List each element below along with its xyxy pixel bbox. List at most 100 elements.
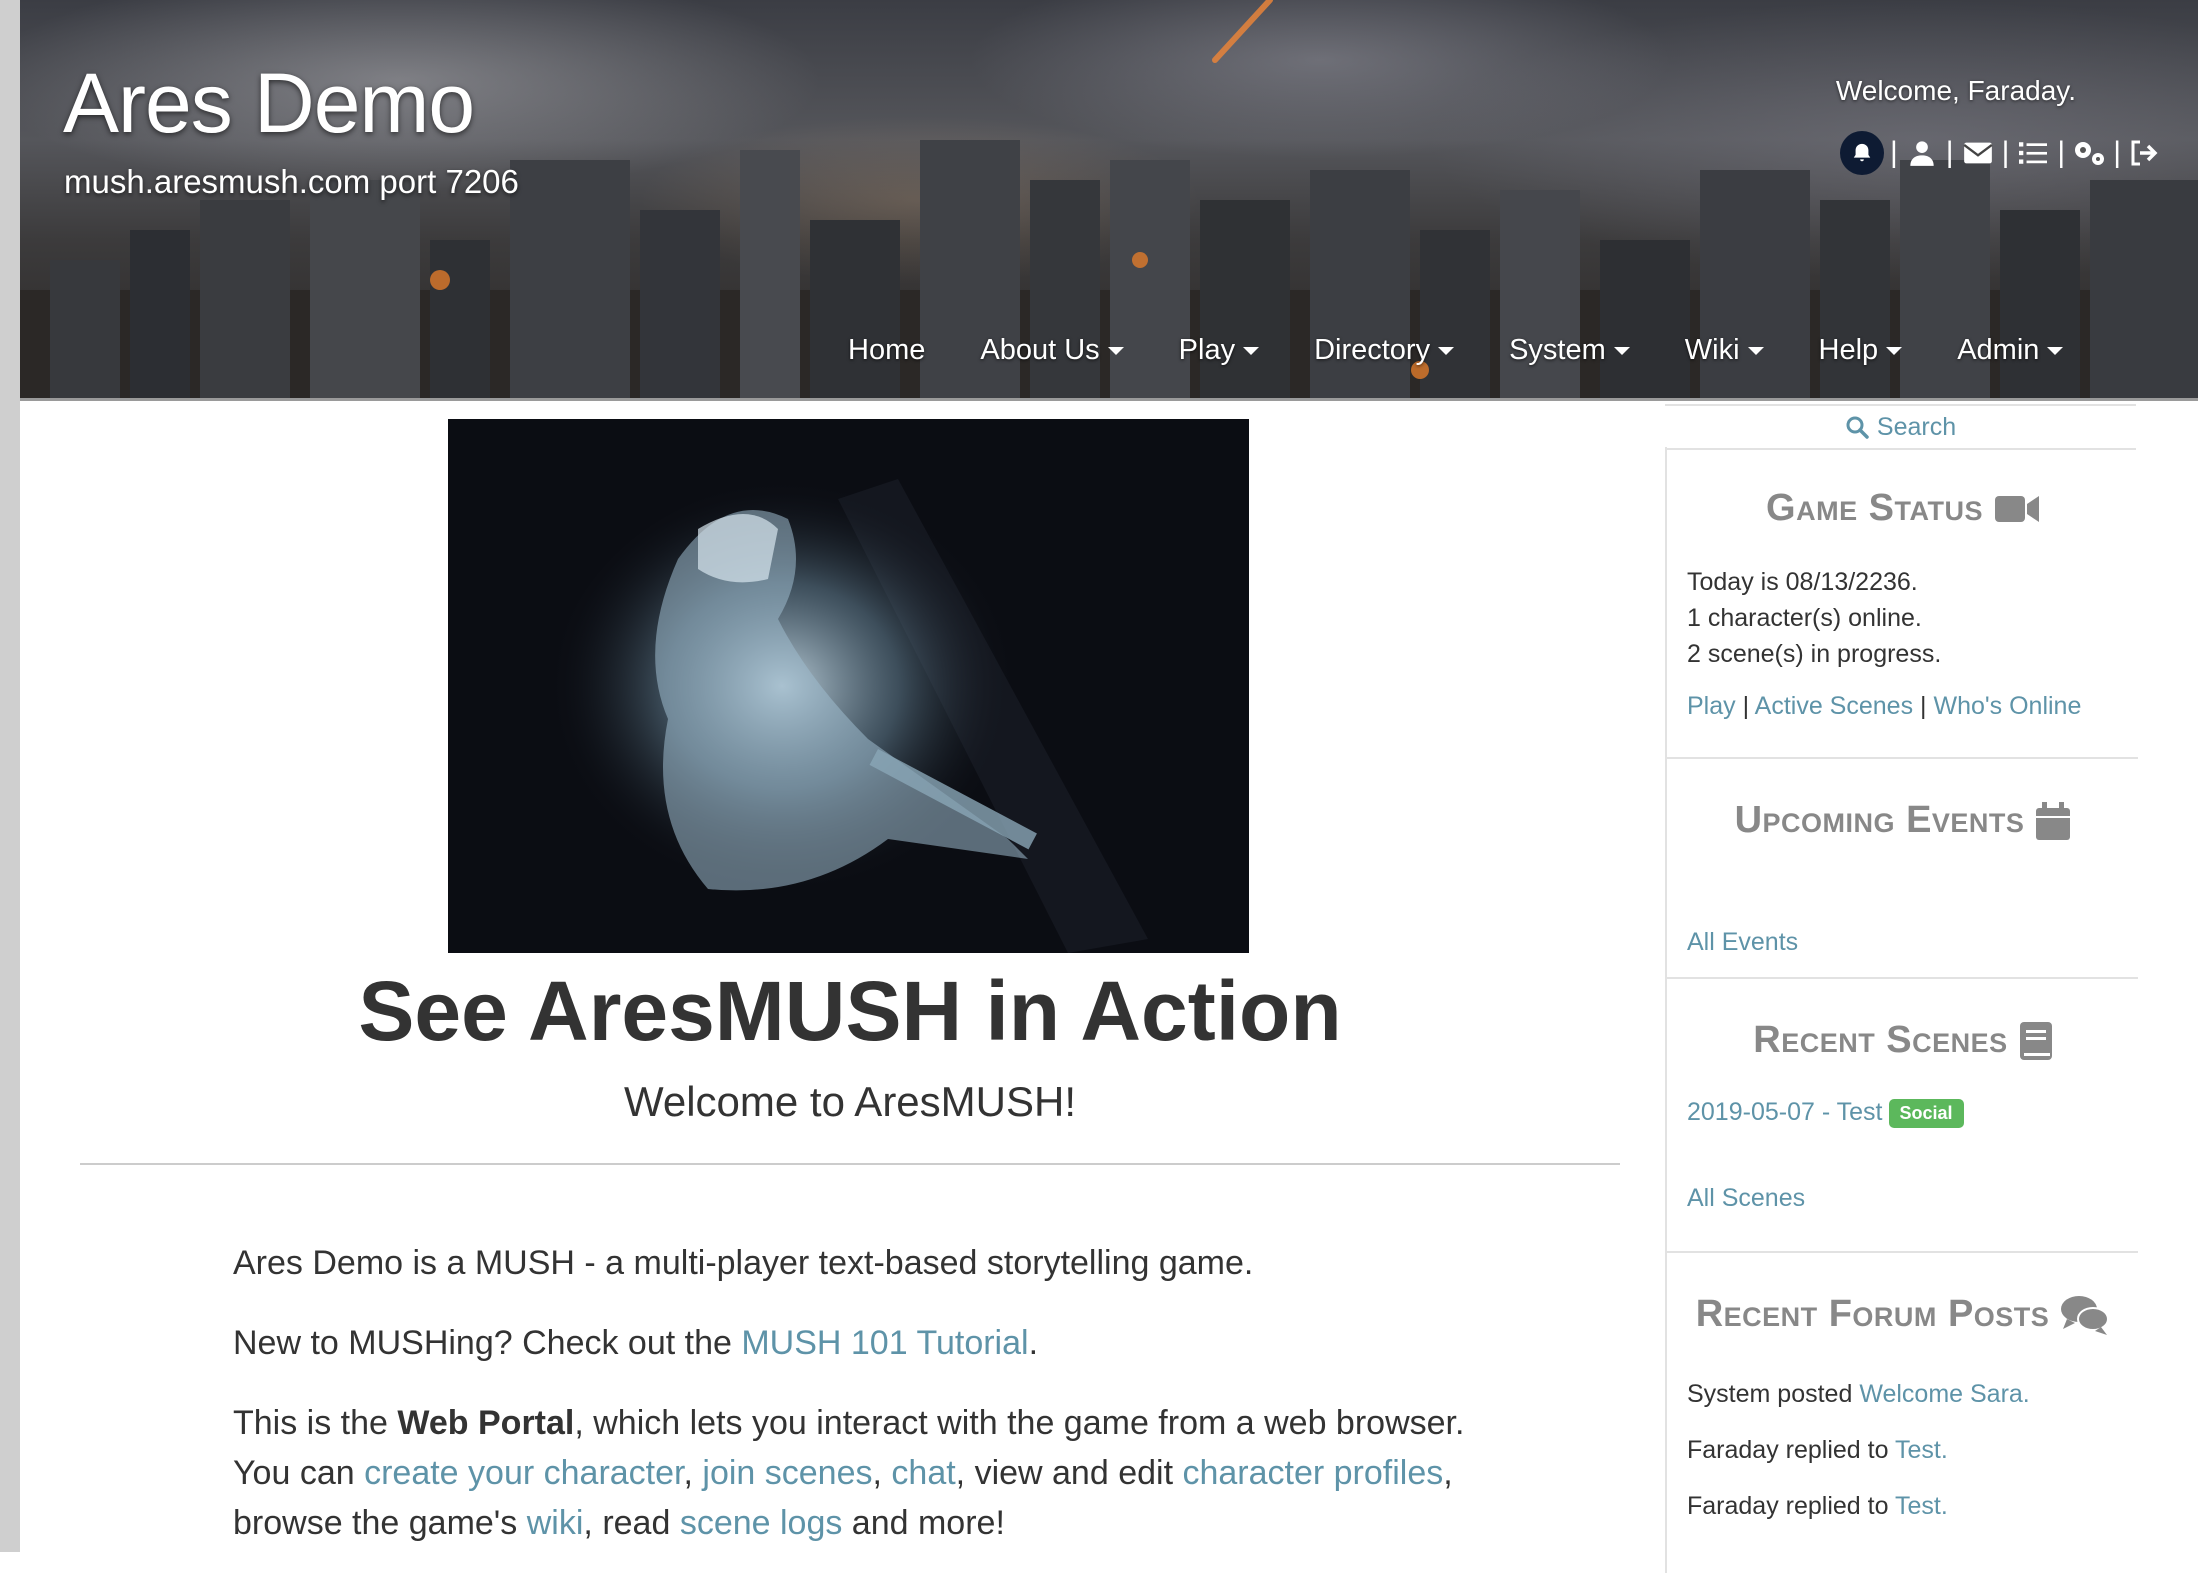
join-scenes-link[interactable]: join scenes xyxy=(702,1454,872,1492)
characters-online: 1 character(s) online. xyxy=(1687,604,1922,632)
read-text: , read xyxy=(583,1504,680,1542)
game-status-info: Today is 08/13/2236. 1 character(s) onli… xyxy=(1667,564,2138,672)
portal-after-bold: , which lets you interact with the game … xyxy=(574,1404,1465,1442)
caret-down-icon xyxy=(1438,347,1455,355)
link-separator: | xyxy=(1913,692,1934,720)
tutorial-prefix: New to MUSHing? Check out the xyxy=(233,1324,742,1362)
comments-icon xyxy=(2061,1295,2110,1335)
recent-scenes-panel: Recent Scenes 2019-05-07 - Test Social Al… xyxy=(1665,979,2138,1253)
main-nav: Home About Us Play Directory System Wiki… xyxy=(848,330,2064,370)
site-title[interactable]: Ares Demo xyxy=(63,55,475,152)
nav-system-label: System xyxy=(1509,333,1606,366)
mush-101-tutorial-link[interactable]: MUSH 101 Tutorial xyxy=(741,1324,1028,1362)
upcoming-events-panel: Upcoming Events All Events xyxy=(1665,759,2138,979)
nav-help-label: Help xyxy=(1818,333,1879,366)
intro-text: Ares Demo is a MUSH - a multi-player tex… xyxy=(233,1244,1254,1282)
nav-admin[interactable]: Admin xyxy=(1957,333,2064,367)
left-scrollbar[interactable] xyxy=(0,0,20,1552)
scene-logs-link[interactable]: scene logs xyxy=(680,1504,843,1542)
nav-about-us[interactable]: About Us xyxy=(980,333,1124,367)
forum-post: Faraday replied to Test. xyxy=(1687,1478,2138,1534)
browse-text: browse the game's xyxy=(233,1504,527,1542)
nav-home-label: Home xyxy=(848,333,926,366)
nav-play[interactable]: Play xyxy=(1178,333,1260,367)
gears-icon[interactable] xyxy=(2071,135,2107,171)
scenes-in-progress: 2 scene(s) in progress. xyxy=(1687,640,1942,668)
caret-down-icon xyxy=(2047,347,2064,355)
view-edit-text: , view and edit xyxy=(955,1454,1183,1492)
caret-down-icon xyxy=(1613,347,1630,355)
logout-icon[interactable] xyxy=(2127,135,2163,171)
nav-admin-label: Admin xyxy=(1957,333,2040,366)
recent-forum-panel: Recent Forum Posts System posted Welcome… xyxy=(1665,1253,2138,1573)
forum-post-link[interactable]: Test. xyxy=(1895,1436,1948,1464)
whos-online-link[interactable]: Who's Online xyxy=(1933,692,2081,720)
game-status-title-text: Game Status xyxy=(1766,487,1983,529)
nav-home[interactable]: Home xyxy=(848,334,925,367)
recent-forum-title: Recent Forum Posts xyxy=(1667,1293,2138,1336)
welcome-message: Welcome, Faraday. xyxy=(1835,75,2076,106)
intro-paragraph: Ares Demo is a MUSH - a multi-player tex… xyxy=(233,1238,1253,1288)
tutorial-paragraph: New to MUSHing? Check out the MUSH 101 T… xyxy=(233,1318,1038,1368)
mail-icon[interactable] xyxy=(1960,135,1996,171)
hero-soldier-image xyxy=(448,419,1249,953)
nav-wiki-label: Wiki xyxy=(1684,333,1740,366)
character-profiles-link[interactable]: character profiles xyxy=(1182,1454,1443,1492)
game-status-title: Game Status xyxy=(1667,487,2138,530)
forum-post-link[interactable]: Welcome Sara. xyxy=(1859,1380,2029,1408)
forum-post: Faraday replied to Test. xyxy=(1687,1422,2138,1478)
portal-line2-prefix: You can xyxy=(233,1454,365,1492)
game-date: Today is 08/13/2236. xyxy=(1687,568,1918,596)
caret-down-icon xyxy=(1243,347,1260,355)
content-divider xyxy=(80,1163,1620,1165)
forum-post-prefix: Faraday replied to xyxy=(1687,1436,1895,1464)
events-links: All Events xyxy=(1667,928,2138,957)
calendar-icon xyxy=(2036,801,2071,840)
icon-separator: | xyxy=(2001,136,2010,169)
create-character-link[interactable]: create your character xyxy=(364,1454,683,1492)
nav-play-label: Play xyxy=(1178,333,1236,366)
forum-post-link[interactable]: Test. xyxy=(1895,1492,1948,1520)
nav-about-us-label: About Us xyxy=(980,333,1100,366)
web-portal-bold: Web Portal xyxy=(397,1404,575,1442)
search-button[interactable]: Search xyxy=(1665,404,2136,450)
meteor-streak xyxy=(1212,0,1273,63)
search-label: Search xyxy=(1876,412,1957,441)
caret-down-icon xyxy=(1747,347,1764,355)
all-events-link[interactable]: All Events xyxy=(1687,928,1798,956)
wiki-link[interactable]: wiki xyxy=(527,1504,584,1542)
chat-link[interactable]: chat xyxy=(891,1454,955,1492)
all-scenes-link[interactable]: All Scenes xyxy=(1687,1184,1805,1212)
link-separator: | xyxy=(1735,692,1755,720)
nav-help[interactable]: Help xyxy=(1819,334,1903,367)
upcoming-events-title-text: Upcoming Events xyxy=(1734,799,2025,841)
icon-separator: | xyxy=(2057,136,2066,169)
comma: , xyxy=(872,1454,892,1492)
scenes-links: All Scenes xyxy=(1667,1184,2138,1213)
game-status-links: Play | Active Scenes | Who's Online xyxy=(1667,692,2138,721)
nav-wiki[interactable]: Wiki xyxy=(1685,334,1764,367)
play-link[interactable]: Play xyxy=(1687,692,1736,720)
forum-post: System posted Welcome Sara. xyxy=(1687,1366,2138,1422)
scene-link[interactable]: 2019-05-07 - Test xyxy=(1687,1098,1883,1126)
main-title: See AresMUSH in Action xyxy=(358,964,1342,1058)
user-icon-bar: | | | | | xyxy=(1840,131,2163,175)
comma: , xyxy=(1443,1454,1453,1492)
nav-system[interactable]: System xyxy=(1509,334,1630,367)
comma: , xyxy=(683,1454,703,1492)
bell-icon[interactable] xyxy=(1840,131,1884,175)
list-icon[interactable] xyxy=(2015,135,2051,171)
upcoming-events-title: Upcoming Events xyxy=(1667,799,2138,842)
book-icon xyxy=(2019,1021,2052,1060)
icon-separator: | xyxy=(2113,136,2121,169)
user-icon[interactable] xyxy=(1904,135,1940,171)
header-border xyxy=(20,398,2198,401)
recent-scenes-title-text: Recent Scenes xyxy=(1753,1019,2008,1061)
search-icon xyxy=(1846,416,1869,439)
nav-directory-label: Directory xyxy=(1314,333,1431,366)
recent-scenes-title: Recent Scenes xyxy=(1667,1019,2138,1062)
and-more-text: and more! xyxy=(842,1504,1005,1542)
recent-forum-title-text: Recent Forum Posts xyxy=(1695,1293,2050,1335)
nav-directory[interactable]: Directory xyxy=(1314,333,1455,367)
active-scenes-link[interactable]: Active Scenes xyxy=(1755,692,1913,720)
